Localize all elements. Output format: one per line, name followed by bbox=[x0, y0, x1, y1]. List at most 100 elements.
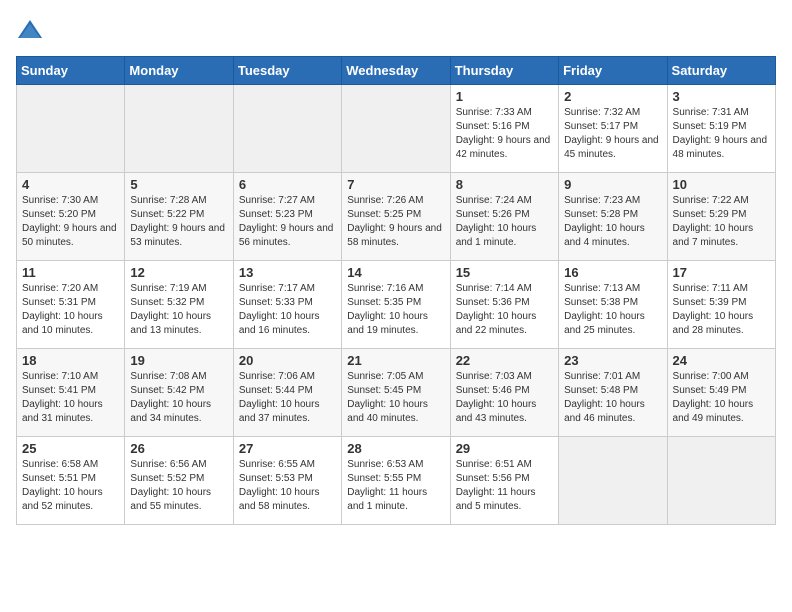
calendar-cell-w5-d5 bbox=[559, 437, 667, 525]
calendar-cell-w3-d5: 16 Sunrise: 7:13 AM Sunset: 5:38 PM Dayli… bbox=[559, 261, 667, 349]
day-info: Sunrise: 7:33 AM Sunset: 5:16 PM Dayligh… bbox=[456, 106, 553, 162]
calendar-cell-w2-d4: 8Sunrise: 7:24 AM Sunset: 5:26 PM Daylig… bbox=[450, 173, 558, 261]
weekday-header-wednesday: Wednesday bbox=[342, 57, 450, 85]
day-info: Sunrise: 7:32 AM Sunset: 5:17 PM Dayligh… bbox=[564, 106, 661, 162]
weekday-header-sunday: Sunday bbox=[17, 57, 125, 85]
calendar-cell-w2-d3: 7 Sunrise: 7:26 AM Sunset: 5:25 PM Daylig… bbox=[342, 173, 450, 261]
day-info: Sunrise: 7:23 AM Sunset: 5:28 PM Dayligh… bbox=[564, 194, 661, 250]
day-info: Sunrise: 7:14 AM Sunset: 5:36 PM Dayligh… bbox=[456, 282, 553, 338]
day-info: Sunrise: 7:11 AM Sunset: 5:39 PM Dayligh… bbox=[673, 282, 770, 338]
day-number: 29 bbox=[456, 441, 553, 456]
calendar-cell-w3-d3: 14 Sunrise: 7:16 AM Sunset: 5:35 PM Dayli… bbox=[342, 261, 450, 349]
day-number: 3 bbox=[673, 89, 770, 104]
calendar-cell-w4-d0: 18Sunrise: 7:10 AM Sunset: 5:41 PM Dayli… bbox=[17, 349, 125, 437]
day-number: 16 bbox=[564, 265, 661, 280]
day-info: Sunrise: 7:10 AM Sunset: 5:41 PM Dayligh… bbox=[22, 370, 119, 426]
day-number: 1 bbox=[456, 89, 553, 104]
page-header bbox=[16, 16, 776, 44]
calendar-cell-w1-d1 bbox=[125, 85, 233, 173]
calendar-cell-w2-d6: 10 Sunrise: 7:22 AM Sunset: 5:29 PM Dayli… bbox=[667, 173, 775, 261]
weekday-header-saturday: Saturday bbox=[667, 57, 775, 85]
day-info: Sunrise: 7:19 AM Sunset: 5:32 PM Dayligh… bbox=[130, 282, 227, 338]
calendar-cell-w5-d1: 26 Sunrise: 6:56 AM Sunset: 5:52 PM Dayli… bbox=[125, 437, 233, 525]
day-number: 19 bbox=[130, 353, 227, 368]
day-number: 17 bbox=[673, 265, 770, 280]
day-info: Sunrise: 7:08 AM Sunset: 5:42 PM Dayligh… bbox=[130, 370, 227, 426]
day-info: Sunrise: 7:13 AM Sunset: 5:38 PM Dayligh… bbox=[564, 282, 661, 338]
calendar-cell-w4-d2: 20Sunrise: 7:06 AM Sunset: 5:44 PM Dayli… bbox=[233, 349, 341, 437]
day-number: 4 bbox=[22, 177, 119, 192]
day-number: 14 bbox=[347, 265, 444, 280]
day-info: Sunrise: 7:31 AM Sunset: 5:19 PM Dayligh… bbox=[673, 106, 770, 162]
day-info: Sunrise: 7:16 AM Sunset: 5:35 PM Dayligh… bbox=[347, 282, 444, 338]
day-info: Sunrise: 7:01 AM Sunset: 5:48 PM Dayligh… bbox=[564, 370, 661, 426]
day-info: Sunrise: 7:26 AM Sunset: 5:25 PM Dayligh… bbox=[347, 194, 444, 250]
calendar-cell-w2-d0: 4 Sunrise: 7:30 AM Sunset: 5:20 PM Daylig… bbox=[17, 173, 125, 261]
calendar-cell-w1-d3 bbox=[342, 85, 450, 173]
calendar-cell-w1-d4: 1 Sunrise: 7:33 AM Sunset: 5:16 PM Daylig… bbox=[450, 85, 558, 173]
calendar-cell-w5-d4: 29 Sunrise: 6:51 AM Sunset: 5:56 PM Dayli… bbox=[450, 437, 558, 525]
day-number: 10 bbox=[673, 177, 770, 192]
day-number: 24 bbox=[673, 353, 770, 368]
day-number: 20 bbox=[239, 353, 336, 368]
day-number: 28 bbox=[347, 441, 444, 456]
calendar-cell-w2-d2: 6 Sunrise: 7:27 AM Sunset: 5:23 PM Daylig… bbox=[233, 173, 341, 261]
weekday-header-tuesday: Tuesday bbox=[233, 57, 341, 85]
day-number: 12 bbox=[130, 265, 227, 280]
day-info: Sunrise: 6:53 AM Sunset: 5:55 PM Dayligh… bbox=[347, 458, 444, 514]
day-info: Sunrise: 7:27 AM Sunset: 5:23 PM Dayligh… bbox=[239, 194, 336, 250]
logo-icon bbox=[16, 16, 44, 44]
calendar-cell-w5-d2: 27 Sunrise: 6:55 AM Sunset: 5:53 PM Dayli… bbox=[233, 437, 341, 525]
day-info: Sunrise: 7:17 AM Sunset: 5:33 PM Dayligh… bbox=[239, 282, 336, 338]
week-row-2: 4 Sunrise: 7:30 AM Sunset: 5:20 PM Daylig… bbox=[17, 173, 776, 261]
day-info: Sunrise: 7:00 AM Sunset: 5:49 PM Dayligh… bbox=[673, 370, 770, 426]
day-number: 27 bbox=[239, 441, 336, 456]
calendar-cell-w5-d3: 28 Sunrise: 6:53 AM Sunset: 5:55 PM Dayli… bbox=[342, 437, 450, 525]
week-row-1: 1 Sunrise: 7:33 AM Sunset: 5:16 PM Daylig… bbox=[17, 85, 776, 173]
day-info: Sunrise: 6:51 AM Sunset: 5:56 PM Dayligh… bbox=[456, 458, 553, 514]
weekday-header-monday: Monday bbox=[125, 57, 233, 85]
calendar-cell-w5-d0: 25 Sunrise: 6:58 AM Sunset: 5:51 PM Dayli… bbox=[17, 437, 125, 525]
day-number: 15 bbox=[456, 265, 553, 280]
calendar-cell-w3-d4: 15 Sunrise: 7:14 AM Sunset: 5:36 PM Dayli… bbox=[450, 261, 558, 349]
day-number: 25 bbox=[22, 441, 119, 456]
calendar-cell-w4-d3: 21Sunrise: 7:05 AM Sunset: 5:45 PM Dayli… bbox=[342, 349, 450, 437]
day-number: 13 bbox=[239, 265, 336, 280]
day-info: Sunrise: 7:28 AM Sunset: 5:22 PM Dayligh… bbox=[130, 194, 227, 250]
day-info: Sunrise: 7:22 AM Sunset: 5:29 PM Dayligh… bbox=[673, 194, 770, 250]
day-info: Sunrise: 6:58 AM Sunset: 5:51 PM Dayligh… bbox=[22, 458, 119, 514]
calendar-cell-w3-d2: 13 Sunrise: 7:17 AM Sunset: 5:33 PM Dayli… bbox=[233, 261, 341, 349]
day-number: 23 bbox=[564, 353, 661, 368]
calendar-cell-w3-d0: 11 Sunrise: 7:20 AM Sunset: 5:31 PM Dayli… bbox=[17, 261, 125, 349]
day-info: Sunrise: 6:56 AM Sunset: 5:52 PM Dayligh… bbox=[130, 458, 227, 514]
day-number: 6 bbox=[239, 177, 336, 192]
day-info: Sunrise: 6:55 AM Sunset: 5:53 PM Dayligh… bbox=[239, 458, 336, 514]
calendar-cell-w5-d6 bbox=[667, 437, 775, 525]
day-info: Sunrise: 7:20 AM Sunset: 5:31 PM Dayligh… bbox=[22, 282, 119, 338]
day-number: 7 bbox=[347, 177, 444, 192]
calendar-cell-w3-d6: 17 Sunrise: 7:11 AM Sunset: 5:39 PM Dayli… bbox=[667, 261, 775, 349]
weekday-header-thursday: Thursday bbox=[450, 57, 558, 85]
calendar-cell-w1-d2 bbox=[233, 85, 341, 173]
calendar-cell-w1-d5: 2 Sunrise: 7:32 AM Sunset: 5:17 PM Daylig… bbox=[559, 85, 667, 173]
day-info: Sunrise: 7:03 AM Sunset: 5:46 PM Dayligh… bbox=[456, 370, 553, 426]
week-row-5: 25 Sunrise: 6:58 AM Sunset: 5:51 PM Dayli… bbox=[17, 437, 776, 525]
day-number: 22 bbox=[456, 353, 553, 368]
week-row-4: 18Sunrise: 7:10 AM Sunset: 5:41 PM Dayli… bbox=[17, 349, 776, 437]
day-info: Sunrise: 7:24 AM Sunset: 5:26 PM Dayligh… bbox=[456, 194, 553, 250]
calendar-cell-w3-d1: 12 Sunrise: 7:19 AM Sunset: 5:32 PM Dayli… bbox=[125, 261, 233, 349]
calendar-cell-w2-d1: 5 Sunrise: 7:28 AM Sunset: 5:22 PM Daylig… bbox=[125, 173, 233, 261]
calendar-cell-w1-d0 bbox=[17, 85, 125, 173]
day-info: Sunrise: 7:05 AM Sunset: 5:45 PM Dayligh… bbox=[347, 370, 444, 426]
calendar-cell-w2-d5: 9Sunrise: 7:23 AM Sunset: 5:28 PM Daylig… bbox=[559, 173, 667, 261]
calendar-table: SundayMondayTuesdayWednesdayThursdayFrid… bbox=[16, 56, 776, 525]
weekday-header-friday: Friday bbox=[559, 57, 667, 85]
calendar-cell-w4-d6: 24 Sunrise: 7:00 AM Sunset: 5:49 PM Dayli… bbox=[667, 349, 775, 437]
calendar-cell-w1-d6: 3 Sunrise: 7:31 AM Sunset: 5:19 PM Daylig… bbox=[667, 85, 775, 173]
day-info: Sunrise: 7:30 AM Sunset: 5:20 PM Dayligh… bbox=[22, 194, 119, 250]
day-number: 5 bbox=[130, 177, 227, 192]
day-number: 11 bbox=[22, 265, 119, 280]
day-number: 26 bbox=[130, 441, 227, 456]
calendar-cell-w4-d1: 19 Sunrise: 7:08 AM Sunset: 5:42 PM Dayli… bbox=[125, 349, 233, 437]
day-number: 2 bbox=[564, 89, 661, 104]
